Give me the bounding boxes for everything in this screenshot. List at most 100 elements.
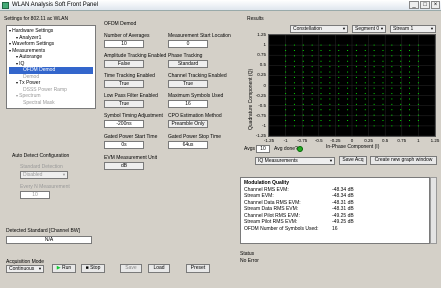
ofdm-param-input[interactable]: 64us	[168, 141, 208, 149]
constellation-point	[293, 44, 295, 46]
settings-tree[interactable]: ▾ Hardware Settings ▾ Analyzer1 ▾ Waveform…	[6, 25, 96, 109]
view-select[interactable]: Constellation ▼	[290, 25, 348, 33]
constellation-point	[302, 49, 304, 51]
constellation-point	[391, 49, 393, 51]
ofdm-param-label: Gated Power Stop Time	[168, 134, 222, 140]
acquisition-mode-select[interactable]: Continuous ▼	[6, 265, 44, 273]
constellation-point	[391, 44, 393, 46]
load-button[interactable]: Load	[148, 264, 170, 273]
constellation-point	[409, 98, 411, 100]
constellation-point	[285, 120, 287, 122]
save-acq-button[interactable]: Save Acq	[339, 156, 367, 165]
constellation-point	[373, 87, 375, 89]
y-tick-label: 0.25	[257, 72, 266, 78]
ofdm-param-input[interactable]: dB	[104, 162, 144, 170]
constellation-point	[329, 120, 331, 122]
every-n-measurement-field[interactable]: 10	[20, 191, 50, 199]
ofdm-param-label: Time Tracking Enabled	[104, 73, 155, 79]
y-axis-label: Quadrature Component (Q)	[248, 68, 254, 130]
x-tick-label: -1	[283, 138, 288, 143]
constellation-point	[391, 60, 393, 62]
ofdm-param-input[interactable]: 0	[168, 40, 208, 48]
stop-button[interactable]: ■ Stop	[81, 264, 105, 273]
constellation-point	[329, 76, 331, 78]
constellation-point	[400, 98, 402, 100]
minimize-button[interactable]: _	[409, 1, 419, 9]
close-button[interactable]: ×	[431, 1, 440, 9]
save-button[interactable]: Save	[120, 264, 142, 273]
constellation-point	[338, 109, 340, 111]
ofdm-param-input[interactable]: Preamble Only	[168, 120, 208, 128]
ofdm-param-label: Low Pass Filter Enabled	[104, 93, 158, 99]
constellation-point	[355, 71, 357, 73]
ofdm-param-input[interactable]: True	[104, 80, 144, 88]
ofdm-param-input[interactable]: True	[104, 100, 144, 108]
tree-item[interactable]: Spectral Mask	[9, 100, 93, 107]
constellation-point	[382, 60, 384, 62]
constellation-point	[364, 98, 366, 100]
preset-button[interactable]: Preset	[186, 264, 210, 273]
constellation-plot[interactable]	[268, 34, 436, 137]
constellation-point	[329, 98, 331, 100]
constellation-point	[373, 66, 375, 68]
measurement-select[interactable]: IQ Measurements ▼	[255, 157, 335, 165]
constellation-point	[338, 93, 340, 95]
mq-label: Stream Pilot RMS EVM:	[244, 219, 298, 225]
constellation-point	[347, 103, 349, 105]
ofdm-param-input[interactable]: True	[168, 80, 208, 88]
constellation-point	[373, 44, 375, 46]
constellation-point	[311, 71, 313, 73]
maximize-button[interactable]: □	[420, 1, 430, 9]
ofdm-param-input[interactable]: False	[104, 60, 144, 68]
tree-item-label: Spectral Mask	[23, 99, 55, 106]
constellation-point	[400, 71, 402, 73]
new-graph-window-button[interactable]: Create new graph window	[370, 156, 437, 165]
ofdm-param-input[interactable]: -200ns	[104, 120, 144, 128]
constellation-point	[364, 60, 366, 62]
constellation-point	[400, 66, 402, 68]
constellation-point	[311, 109, 313, 111]
segment-select[interactable]: Segment 0 ▼	[352, 25, 386, 33]
constellation-point	[329, 109, 331, 111]
constellation-point	[338, 71, 340, 73]
detected-standard-value: N/A	[6, 236, 92, 244]
mq-label: Stream Data RMS EVM:	[244, 206, 299, 212]
run-button[interactable]: ▶ Run	[52, 264, 76, 273]
constellation-point	[311, 87, 313, 89]
results-scrollbar[interactable]	[430, 177, 437, 244]
constellation-point	[382, 87, 384, 89]
constellation-point	[417, 114, 419, 116]
constellation-point	[320, 60, 322, 62]
ofdm-param-input[interactable]: Standard	[168, 60, 208, 68]
constellation-point	[409, 44, 411, 46]
constellation-point	[347, 71, 349, 73]
ofdm-param-input[interactable]: 0s	[104, 141, 144, 149]
constellation-point	[329, 44, 331, 46]
constellation-point	[329, 93, 331, 95]
constellation-point	[311, 103, 313, 105]
constellation-point	[293, 98, 295, 100]
constellation-point	[293, 109, 295, 111]
ofdm-param-input[interactable]: 16	[168, 100, 208, 108]
constellation-point	[391, 120, 393, 122]
constellation-point	[355, 109, 357, 111]
constellation-point	[391, 71, 393, 73]
constellation-point	[417, 103, 419, 105]
constellation-point	[302, 82, 304, 84]
constellation-point	[355, 87, 357, 89]
ofdm-param-input[interactable]: 10	[104, 40, 144, 48]
stream-select[interactable]: Stream 1 ▼	[390, 25, 436, 33]
mq-label: OFDM Number of Symbols Used:	[244, 225, 319, 232]
constellation-point	[329, 125, 331, 127]
constellation-point	[382, 82, 384, 84]
constellation-point	[391, 98, 393, 100]
constellation-point	[329, 55, 331, 57]
constellation-point	[355, 120, 357, 122]
stop-icon: ■	[85, 265, 89, 271]
mq-label: Channel Data RMS EVM:	[244, 199, 301, 206]
constellation-point	[391, 66, 393, 68]
constellation-point	[382, 76, 384, 78]
mq-label: Channel Pilot RMS EVM:	[244, 212, 300, 219]
constellation-point	[293, 114, 295, 116]
standard-detection-select[interactable]: Disabled ▼	[20, 171, 68, 179]
